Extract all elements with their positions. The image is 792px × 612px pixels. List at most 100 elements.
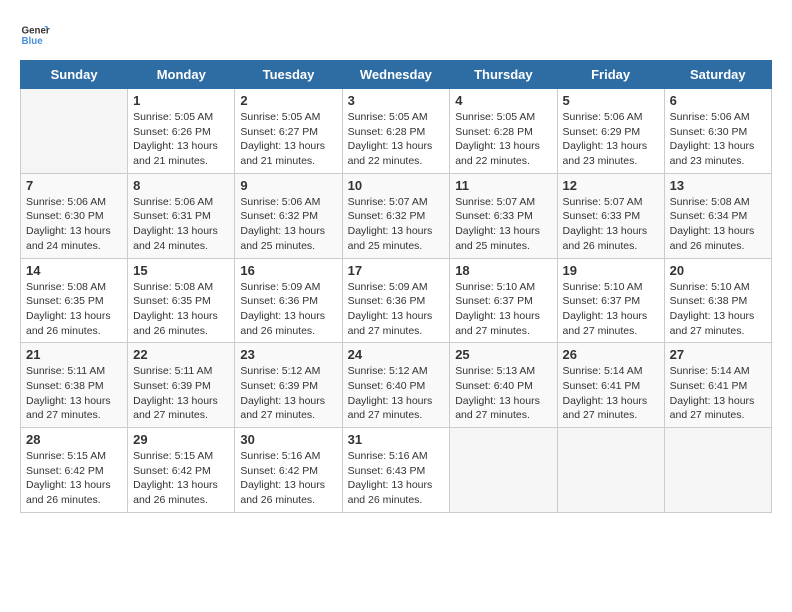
- day-number: 26: [563, 347, 659, 362]
- day-info: Sunrise: 5:09 AM Sunset: 6:36 PM Dayligh…: [348, 280, 445, 339]
- day-info: Sunrise: 5:11 AM Sunset: 6:38 PM Dayligh…: [26, 364, 122, 423]
- calendar-cell: 18 Sunrise: 5:10 AM Sunset: 6:37 PM Dayli…: [450, 258, 557, 343]
- day-number: 31: [348, 432, 445, 447]
- day-info: Sunrise: 5:09 AM Sunset: 6:36 PM Dayligh…: [240, 280, 336, 339]
- column-header-friday: Friday: [557, 61, 664, 89]
- day-info: Sunrise: 5:05 AM Sunset: 6:28 PM Dayligh…: [348, 110, 445, 169]
- day-number: 9: [240, 178, 336, 193]
- day-number: 27: [670, 347, 766, 362]
- logo: General Blue: [20, 20, 50, 50]
- day-number: 2: [240, 93, 336, 108]
- calendar-cell: 21 Sunrise: 5:11 AM Sunset: 6:38 PM Dayli…: [21, 343, 128, 428]
- day-info: Sunrise: 5:14 AM Sunset: 6:41 PM Dayligh…: [670, 364, 766, 423]
- day-info: Sunrise: 5:05 AM Sunset: 6:26 PM Dayligh…: [133, 110, 229, 169]
- day-info: Sunrise: 5:16 AM Sunset: 6:42 PM Dayligh…: [240, 449, 336, 508]
- calendar-cell: 20Sunrise: 5:10 AM Sunset: 6:38 PM Dayli…: [664, 258, 771, 343]
- day-number: 30: [240, 432, 336, 447]
- calendar-cell: 6 Sunrise: 5:06 AM Sunset: 6:30 PM Daylig…: [664, 89, 771, 174]
- day-info: Sunrise: 5:07 AM Sunset: 6:33 PM Dayligh…: [455, 195, 551, 254]
- day-number: 25: [455, 347, 551, 362]
- day-info: Sunrise: 5:14 AM Sunset: 6:41 PM Dayligh…: [563, 364, 659, 423]
- day-number: 22: [133, 347, 229, 362]
- logo-icon: General Blue: [20, 20, 50, 50]
- day-info: Sunrise: 5:07 AM Sunset: 6:33 PM Dayligh…: [563, 195, 659, 254]
- calendar-cell: 2Sunrise: 5:05 AM Sunset: 6:27 PM Daylig…: [235, 89, 342, 174]
- calendar-cell: 19 Sunrise: 5:10 AM Sunset: 6:37 PM Dayli…: [557, 258, 664, 343]
- day-number: 5: [563, 93, 659, 108]
- calendar-cell: 7Sunrise: 5:06 AM Sunset: 6:30 PM Daylig…: [21, 173, 128, 258]
- calendar-cell: 27 Sunrise: 5:14 AM Sunset: 6:41 PM Dayli…: [664, 343, 771, 428]
- column-header-monday: Monday: [128, 61, 235, 89]
- calendar-cell: 10 Sunrise: 5:07 AM Sunset: 6:32 PM Dayli…: [342, 173, 450, 258]
- calendar-cell: 29 Sunrise: 5:15 AM Sunset: 6:42 PM Dayli…: [128, 428, 235, 513]
- day-number: 4: [455, 93, 551, 108]
- day-number: 24: [348, 347, 445, 362]
- day-info: Sunrise: 5:16 AM Sunset: 6:43 PM Dayligh…: [348, 449, 445, 508]
- day-number: 16: [240, 263, 336, 278]
- day-number: 1: [133, 93, 229, 108]
- calendar-cell: 13 Sunrise: 5:08 AM Sunset: 6:34 PM Dayli…: [664, 173, 771, 258]
- calendar-cell: [450, 428, 557, 513]
- day-info: Sunrise: 5:06 AM Sunset: 6:31 PM Dayligh…: [133, 195, 229, 254]
- day-info: Sunrise: 5:06 AM Sunset: 6:29 PM Dayligh…: [563, 110, 659, 169]
- calendar-cell: 15 Sunrise: 5:08 AM Sunset: 6:35 PM Dayli…: [128, 258, 235, 343]
- page-header: General Blue: [20, 20, 772, 50]
- day-info: Sunrise: 5:06 AM Sunset: 6:32 PM Dayligh…: [240, 195, 336, 254]
- day-info: Sunrise: 5:06 AM Sunset: 6:30 PM Dayligh…: [26, 195, 122, 254]
- calendar-cell: 3 Sunrise: 5:05 AM Sunset: 6:28 PM Daylig…: [342, 89, 450, 174]
- day-number: 14: [26, 263, 122, 278]
- calendar-week-row: 1 Sunrise: 5:05 AM Sunset: 6:26 PM Daylig…: [21, 89, 772, 174]
- calendar-body: 1 Sunrise: 5:05 AM Sunset: 6:26 PM Daylig…: [21, 89, 772, 513]
- day-info: Sunrise: 5:05 AM Sunset: 6:28 PM Dayligh…: [455, 110, 551, 169]
- day-number: 3: [348, 93, 445, 108]
- calendar-cell: 22Sunrise: 5:11 AM Sunset: 6:39 PM Dayli…: [128, 343, 235, 428]
- calendar-cell: 12 Sunrise: 5:07 AM Sunset: 6:33 PM Dayli…: [557, 173, 664, 258]
- day-number: 12: [563, 178, 659, 193]
- day-number: 21: [26, 347, 122, 362]
- calendar-week-row: 14 Sunrise: 5:08 AM Sunset: 6:35 PM Dayli…: [21, 258, 772, 343]
- day-number: 23: [240, 347, 336, 362]
- day-info: Sunrise: 5:08 AM Sunset: 6:35 PM Dayligh…: [26, 280, 122, 339]
- day-number: 15: [133, 263, 229, 278]
- day-number: 10: [348, 178, 445, 193]
- calendar-cell: 31 Sunrise: 5:16 AM Sunset: 6:43 PM Dayli…: [342, 428, 450, 513]
- calendar-header-row: SundayMondayTuesdayWednesdayThursdayFrid…: [21, 61, 772, 89]
- day-info: Sunrise: 5:10 AM Sunset: 6:37 PM Dayligh…: [563, 280, 659, 339]
- calendar-cell: 1 Sunrise: 5:05 AM Sunset: 6:26 PM Daylig…: [128, 89, 235, 174]
- column-header-tuesday: Tuesday: [235, 61, 342, 89]
- day-number: 11: [455, 178, 551, 193]
- column-header-saturday: Saturday: [664, 61, 771, 89]
- calendar-cell: 25 Sunrise: 5:13 AM Sunset: 6:40 PM Dayli…: [450, 343, 557, 428]
- day-info: Sunrise: 5:15 AM Sunset: 6:42 PM Dayligh…: [133, 449, 229, 508]
- day-info: Sunrise: 5:06 AM Sunset: 6:30 PM Dayligh…: [670, 110, 766, 169]
- day-info: Sunrise: 5:08 AM Sunset: 6:34 PM Dayligh…: [670, 195, 766, 254]
- day-info: Sunrise: 5:15 AM Sunset: 6:42 PM Dayligh…: [26, 449, 122, 508]
- day-number: 19: [563, 263, 659, 278]
- day-info: Sunrise: 5:10 AM Sunset: 6:37 PM Dayligh…: [455, 280, 551, 339]
- day-number: 29: [133, 432, 229, 447]
- day-info: Sunrise: 5:13 AM Sunset: 6:40 PM Dayligh…: [455, 364, 551, 423]
- calendar-cell: 30 Sunrise: 5:16 AM Sunset: 6:42 PM Dayli…: [235, 428, 342, 513]
- calendar-cell: 4 Sunrise: 5:05 AM Sunset: 6:28 PM Daylig…: [450, 89, 557, 174]
- calendar-week-row: 28Sunrise: 5:15 AM Sunset: 6:42 PM Dayli…: [21, 428, 772, 513]
- calendar-cell: [557, 428, 664, 513]
- day-info: Sunrise: 5:12 AM Sunset: 6:40 PM Dayligh…: [348, 364, 445, 423]
- day-number: 13: [670, 178, 766, 193]
- day-number: 18: [455, 263, 551, 278]
- day-number: 6: [670, 93, 766, 108]
- calendar-cell: [664, 428, 771, 513]
- calendar-week-row: 21 Sunrise: 5:11 AM Sunset: 6:38 PM Dayli…: [21, 343, 772, 428]
- day-number: 20: [670, 263, 766, 278]
- svg-text:Blue: Blue: [22, 36, 44, 47]
- calendar-cell: 14 Sunrise: 5:08 AM Sunset: 6:35 PM Dayli…: [21, 258, 128, 343]
- day-info: Sunrise: 5:07 AM Sunset: 6:32 PM Dayligh…: [348, 195, 445, 254]
- day-number: 8: [133, 178, 229, 193]
- calendar-cell: 8 Sunrise: 5:06 AM Sunset: 6:31 PM Daylig…: [128, 173, 235, 258]
- calendar-cell: [21, 89, 128, 174]
- column-header-sunday: Sunday: [21, 61, 128, 89]
- day-info: Sunrise: 5:08 AM Sunset: 6:35 PM Dayligh…: [133, 280, 229, 339]
- calendar-cell: 17Sunrise: 5:09 AM Sunset: 6:36 PM Dayli…: [342, 258, 450, 343]
- calendar-cell: 26 Sunrise: 5:14 AM Sunset: 6:41 PM Dayli…: [557, 343, 664, 428]
- calendar-table: SundayMondayTuesdayWednesdayThursdayFrid…: [20, 60, 772, 513]
- calendar-cell: 28Sunrise: 5:15 AM Sunset: 6:42 PM Dayli…: [21, 428, 128, 513]
